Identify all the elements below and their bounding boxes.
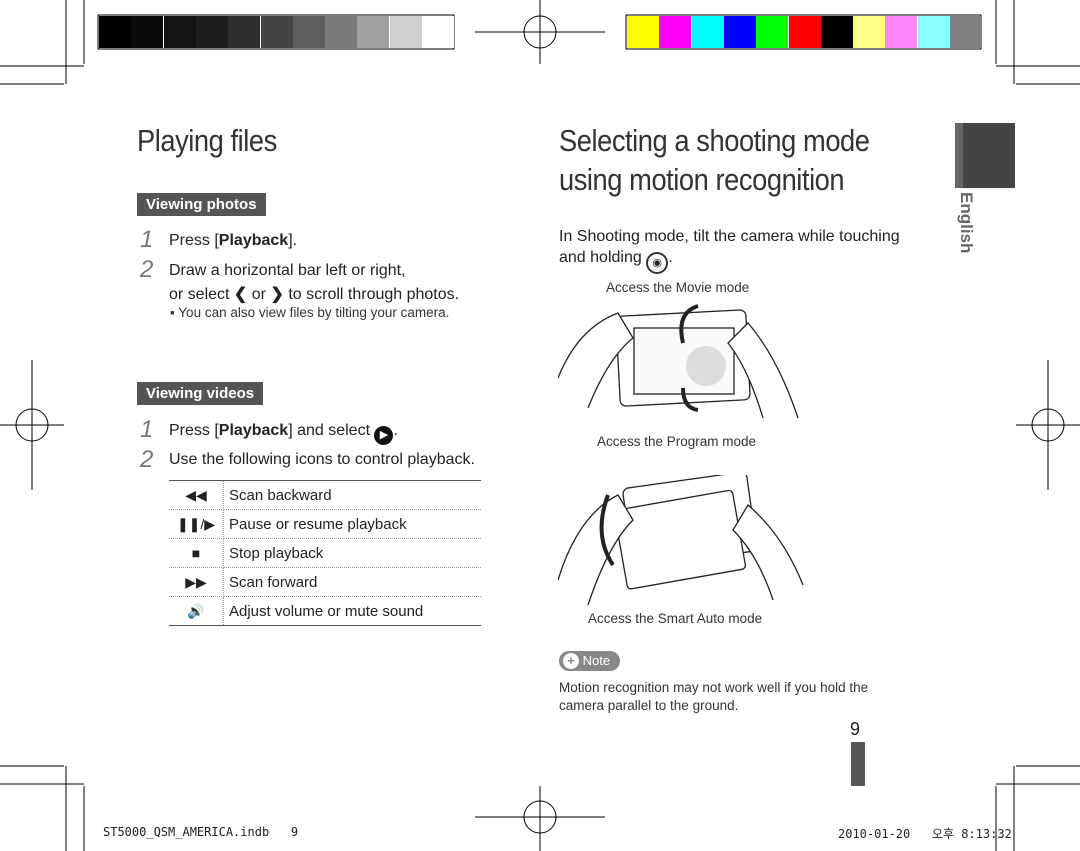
calibration-swatch <box>853 16 886 48</box>
page-title-playing-files: Playing files <box>137 123 277 158</box>
calibration-swatch <box>723 16 756 48</box>
note-badge: + Note <box>559 651 621 671</box>
calibration-swatch <box>422 16 454 48</box>
table-row: ❚❚/▶ Pause or resume playback <box>169 509 481 539</box>
calibration-swatch <box>820 16 853 48</box>
page-number-bar <box>851 742 865 786</box>
language-tab-edge <box>955 123 963 188</box>
bullet-note: ▪ You can also view files by tilting you… <box>170 305 450 320</box>
intro-text: and holding ◉. <box>559 249 673 274</box>
language-tab-block <box>955 123 1015 188</box>
control-description: Pause or resume playback <box>223 509 481 539</box>
playback-control-icon: ◀◀ <box>169 481 224 510</box>
chevron-right-icon: ❯ <box>270 286 284 303</box>
calibration-swatch <box>357 16 390 48</box>
page-title-line2: using motion recognition <box>559 162 845 197</box>
plus-circle-icon: + <box>563 653 579 669</box>
calibration-swatch <box>260 16 293 48</box>
calibration-swatch <box>756 16 789 48</box>
motion-recognition-icon: ◉ <box>646 252 669 274</box>
step-text: Use the following icons to control playb… <box>169 451 475 468</box>
step-number: 2 <box>140 256 154 283</box>
control-description: Scan forward <box>223 567 481 597</box>
note-label: Note <box>582 653 611 668</box>
calibration-swatch <box>885 16 918 48</box>
calibration-swatch <box>325 16 358 48</box>
text: Press [ <box>169 232 219 249</box>
calibration-swatch <box>131 16 164 48</box>
page-number: 9 <box>850 719 861 739</box>
step-number: 1 <box>140 416 154 443</box>
calibration-swatch <box>163 16 196 48</box>
calibration-swatch <box>228 16 261 48</box>
step-text: or select ❮ or ❯ to scroll through photo… <box>169 284 459 304</box>
table-row: ■ Stop playback <box>169 538 481 568</box>
text: ] and select <box>288 422 371 439</box>
table-row: ◀◀ Scan backward <box>169 481 481 510</box>
caption-smart-auto-mode: Access the Smart Auto mode <box>588 611 763 626</box>
step-text: Press [Playback] and select ▶. <box>169 422 398 445</box>
play-circle-icon: ▶ <box>374 426 394 445</box>
table-row: 🔊 Adjust volume or mute sound <box>169 596 481 626</box>
calibration-swatch <box>950 16 982 48</box>
language-tab-label: English <box>957 192 976 254</box>
step-number: 1 <box>140 226 154 253</box>
calibration-swatch <box>389 16 422 48</box>
playback-control-icon: 🔊 <box>169 596 224 626</box>
text: ]. <box>288 232 298 249</box>
calibration-swatch <box>788 16 821 48</box>
note-text: camera parallel to the ground. <box>559 698 739 713</box>
caption-movie-mode: Access the Movie mode <box>606 280 750 295</box>
camera-tilt-illustration-2 <box>558 475 804 606</box>
step-text: Press [Playback]. <box>169 232 297 250</box>
section-tag-viewing-photos: Viewing photos <box>137 193 266 216</box>
control-description: Adjust volume or mute sound <box>223 596 481 626</box>
text: and holding <box>559 249 642 266</box>
calibration-swatch <box>627 16 659 48</box>
camera-tilt-illustration-1 <box>558 304 799 419</box>
calibration-swatch <box>659 16 692 48</box>
footer-filename: ST5000_QSM_AMERICA.indb 9 <box>103 825 299 839</box>
playback-icons-table: ◀◀ Scan backward ❚❚/▶ Pause or resume playb… <box>169 480 481 626</box>
calibration-swatch <box>691 16 724 48</box>
playback-control-icon: ❚❚/▶ <box>169 509 224 539</box>
text: or select <box>169 286 230 303</box>
playback-label: Playback <box>218 232 289 249</box>
footer-timestamp: 2010-01-20 오후 8:13:32 <box>838 827 1012 841</box>
caption-program-mode: Access the Program mode <box>597 434 757 449</box>
text: Press [ <box>169 422 219 439</box>
control-description: Scan backward <box>223 481 481 510</box>
calibration-swatch <box>292 16 325 48</box>
section-tag-viewing-videos: Viewing videos <box>137 382 264 405</box>
text: or <box>251 286 267 303</box>
page-title-line1: Selecting a shooting mode <box>559 123 870 158</box>
control-description: Stop playback <box>223 538 481 568</box>
playback-control-icon: ▶▶ <box>169 567 224 597</box>
calibration-swatch <box>917 16 950 48</box>
note-text: Motion recognition may not work well if … <box>559 680 869 695</box>
table-row: ▶▶ Scan forward <box>169 567 481 597</box>
intro-text: In Shooting mode, tilt the camera while … <box>559 228 900 245</box>
chevron-left-icon: ❮ <box>233 286 248 303</box>
playback-label: Playback <box>218 422 289 439</box>
step-text: Draw a horizontal bar left or right, <box>169 262 406 279</box>
text: to scroll through photos. <box>288 286 460 303</box>
playback-control-icon: ■ <box>169 538 224 568</box>
manual-page: Playing files Viewing photos 1 Press [Pl… <box>0 0 1080 851</box>
step-number: 2 <box>140 446 154 473</box>
calibration-swatch <box>195 16 228 48</box>
calibration-swatch <box>99 16 131 48</box>
